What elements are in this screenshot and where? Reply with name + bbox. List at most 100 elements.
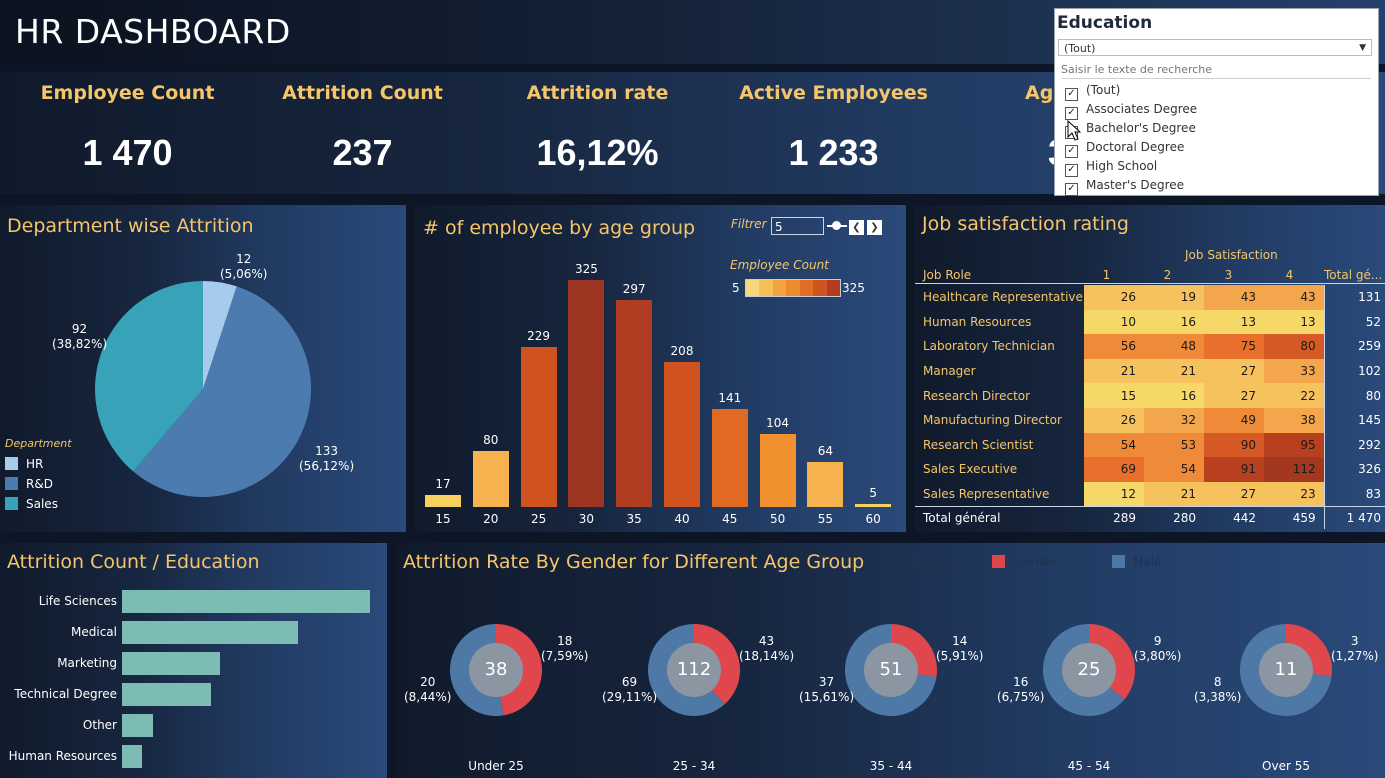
heatmap-cell[interactable]: 19 <box>1143 285 1205 310</box>
heatmap-cell[interactable]: 15 <box>1083 383 1144 408</box>
kpi-value: 16,12% <box>536 132 659 173</box>
heatmap-cell[interactable]: 49 <box>1204 407 1265 433</box>
heatmap-cell[interactable]: 21 <box>1143 481 1205 507</box>
heatmap-cell[interactable]: 91 <box>1204 457 1265 482</box>
edu-bar[interactable] <box>122 652 220 675</box>
age-bar[interactable] <box>568 280 605 507</box>
age-bar[interactable] <box>520 347 557 507</box>
legend-item-male[interactable]: Male <box>1112 555 1161 569</box>
heatmap-cell[interactable]: 27 <box>1204 358 1265 384</box>
edu-bar[interactable] <box>122 683 212 706</box>
education-select[interactable]: (Tout) ▼ <box>1058 39 1372 56</box>
edu-bar[interactable] <box>122 621 298 644</box>
legend-item-hr[interactable]: HR <box>5 457 43 471</box>
age-bar[interactable] <box>664 361 700 507</box>
table-row: Sales Representative 12 21 27 23 83 <box>915 481 1385 507</box>
heatmap-cell[interactable]: 13 <box>1204 309 1265 335</box>
table-row: Research Director 15 16 27 22 80 <box>915 383 1385 408</box>
checkbox-icon[interactable]: ✓ <box>1065 164 1078 177</box>
heatmap-cell[interactable]: 48 <box>1143 334 1205 359</box>
heatmap-cell[interactable]: 43 <box>1204 285 1265 310</box>
education-filter-dropdown[interactable]: Education (Tout) ▼ ✓(Tout) ✓Associates D… <box>1054 8 1379 196</box>
mouse-cursor-icon <box>1067 120 1081 141</box>
male-data-label: 20 (8,44%) <box>404 675 452 704</box>
age-group-label: Over 55 <box>1262 759 1310 773</box>
heatmap-cell[interactable]: 33 <box>1264 358 1325 384</box>
heatmap-cell[interactable]: 75 <box>1204 334 1265 359</box>
age-bar[interactable] <box>425 495 461 507</box>
heatmap-cell[interactable]: 56 <box>1083 334 1144 359</box>
age-bar[interactable] <box>759 434 796 507</box>
edu-bar[interactable] <box>122 714 153 737</box>
heatmap-cell[interactable]: 69 <box>1083 457 1144 482</box>
age-bar[interactable] <box>711 408 748 507</box>
table-row: Research Scientist 54 53 90 95 292 <box>915 432 1385 458</box>
filter-search-input[interactable] <box>1061 60 1371 79</box>
heatmap-cell[interactable]: 53 <box>1143 432 1205 458</box>
filter-option[interactable]: ✓Bachelor's Degree <box>1065 121 1196 139</box>
kpi-label: Employee Count <box>40 82 215 104</box>
heatmap-cell[interactable]: 23 <box>1264 481 1325 507</box>
next-button[interactable]: ❯ <box>867 220 882 235</box>
heatmap-cell[interactable]: 43 <box>1264 285 1325 310</box>
job-role-cell: Manufacturing Director <box>923 413 1062 428</box>
legend-item-rnd[interactable]: R&D <box>5 477 53 491</box>
heatmap-cell[interactable]: 26 <box>1083 407 1144 433</box>
grand-total-cell: 459 <box>1264 506 1325 530</box>
panel-title: # of employee by age group <box>423 217 696 239</box>
color-legend-ramp <box>745 279 841 297</box>
bar-value-label: 64 <box>817 444 834 459</box>
filter-option[interactable]: ✓ Master's Degree <box>1065 178 1184 196</box>
heatmap-cell[interactable]: 21 <box>1083 358 1144 384</box>
grand-total-cell: 289 <box>1083 506 1144 530</box>
legend-title: Gender <box>916 556 961 570</box>
heatmap-cell[interactable]: 16 <box>1143 383 1205 408</box>
chevron-down-icon[interactable]: ▼ <box>1359 40 1366 57</box>
filter-option[interactable]: ✓ Doctoral Degree <box>1065 140 1184 158</box>
heatmap-cell[interactable]: 95 <box>1264 432 1325 458</box>
heatmap-cell[interactable]: 54 <box>1083 432 1144 458</box>
heatmap-cell[interactable]: 13 <box>1264 309 1325 335</box>
heatmap-cell[interactable]: 54 <box>1143 457 1205 482</box>
heatmap-cell[interactable]: 38 <box>1264 407 1325 433</box>
heatmap-cell[interactable]: 27 <box>1204 481 1265 507</box>
legend-item-female[interactable]: Female <box>992 555 1056 569</box>
female-data-label: 9 (3,80%) <box>1134 634 1182 663</box>
edu-bar[interactable] <box>122 590 370 613</box>
filter-label: Filtrer <box>731 217 767 231</box>
age-filter-input[interactable]: 5 <box>771 217 824 235</box>
age-bar[interactable] <box>855 503 892 507</box>
checkbox-icon[interactable]: ✓ <box>1065 183 1078 196</box>
column-header: 4 <box>1285 268 1294 282</box>
heatmap-cell[interactable]: 90 <box>1204 432 1265 458</box>
checkbox-icon[interactable]: ✓ <box>1065 107 1078 120</box>
heatmap-cell[interactable]: 26 <box>1083 285 1144 310</box>
age-bar[interactable] <box>807 462 844 507</box>
job-role-cell: Sales Representative <box>923 487 1050 502</box>
bar-value-label: 5 <box>869 485 877 500</box>
heatmap-cell[interactable]: 32 <box>1143 407 1205 433</box>
heatmap-cell[interactable]: 21 <box>1143 358 1205 384</box>
heatmap-cell[interactable]: 22 <box>1264 383 1325 408</box>
filter-option[interactable]: ✓ (Tout) <box>1065 83 1120 101</box>
checkbox-icon[interactable]: ✓ <box>1065 88 1078 101</box>
filter-option[interactable]: ✓ High School <box>1065 159 1157 177</box>
male-data-label: 37 (15,61%) <box>799 675 855 704</box>
filter-option[interactable]: ✓ Associates Degree <box>1065 102 1197 120</box>
heatmap-cell[interactable]: 10 <box>1083 309 1144 335</box>
heatmap-cell[interactable]: 16 <box>1143 309 1205 335</box>
heatmap-cell[interactable]: 12 <box>1083 481 1144 507</box>
bar-value-label: 80 <box>483 433 499 448</box>
legend-item-sales[interactable]: Sales <box>5 497 58 511</box>
column-headers: 1 2 3 4 <box>1076 268 1320 282</box>
table-row: Manufacturing Director 26 32 49 38 145 <box>915 407 1385 433</box>
age-bar[interactable] <box>472 451 509 507</box>
slider-handle[interactable] <box>832 221 841 230</box>
heatmap-cell[interactable]: 27 <box>1204 383 1265 408</box>
checkbox-icon[interactable]: ✓ <box>1065 145 1078 158</box>
edu-bar[interactable] <box>122 745 142 768</box>
heatmap-cell[interactable]: 112 <box>1264 457 1325 482</box>
age-bar[interactable] <box>616 299 653 507</box>
heatmap-cell[interactable]: 80 <box>1264 334 1325 359</box>
prev-button[interactable]: ❮ <box>849 220 864 235</box>
